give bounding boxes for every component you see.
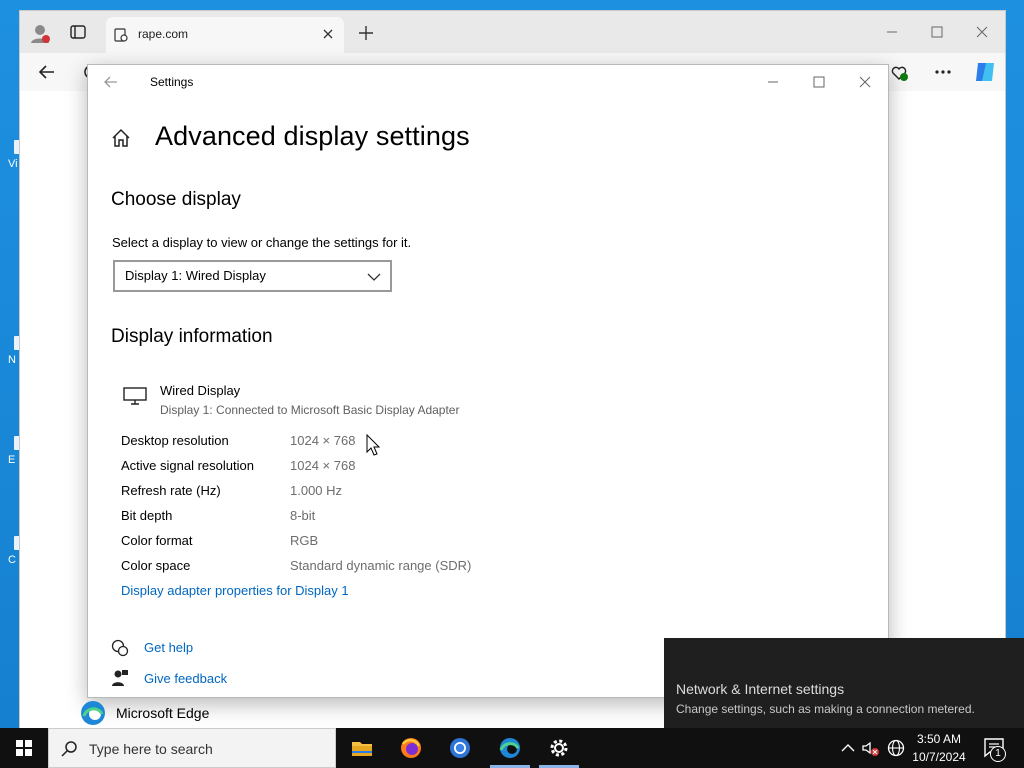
start-button[interactable] (0, 728, 48, 768)
mouse-cursor-icon (366, 433, 381, 456)
browser-essentials-icon[interactable] (888, 61, 910, 83)
chrome-icon (450, 738, 470, 758)
taskbar-chrome[interactable] (436, 728, 484, 768)
display-select-dropdown[interactable]: Display 1: Wired Display (113, 260, 392, 292)
taskbar-file-explorer[interactable] (338, 728, 386, 768)
page-title: Advanced display settings (155, 121, 470, 151)
info-value: RGB (290, 533, 319, 548)
info-value: 1024 × 768 (290, 433, 356, 448)
info-label: Active signal resolution (121, 458, 254, 473)
display-name: Wired Display (160, 383, 241, 398)
taskbar-edge[interactable] (486, 728, 534, 768)
firefox-icon (401, 738, 421, 758)
edge-maximize-icon[interactable] (915, 17, 959, 47)
feedback-icon (111, 669, 129, 687)
back-arrow-icon[interactable] (36, 61, 58, 83)
desktop-icon[interactable]: Vi (0, 140, 20, 180)
tab-actions-icon[interactable] (70, 25, 86, 39)
tab-title: rape.com (138, 27, 189, 41)
help-chat-icon (111, 639, 129, 657)
toast-title: Network & Internet settings (676, 681, 845, 697)
monitor-icon (123, 386, 147, 406)
info-row-color-space: Color space Standard dynamic range (SDR) (121, 558, 621, 578)
taskbar: Type here to search 3:50 AM 10/7/2024 1 (0, 728, 1024, 768)
clock-date: 10/7/2024 (912, 750, 966, 764)
copilot-icon[interactable] (972, 59, 998, 85)
page-favicon-icon (114, 28, 128, 42)
close-tab-icon[interactable] (320, 26, 336, 42)
window-title: Settings (150, 75, 194, 89)
more-options-icon[interactable] (932, 61, 954, 83)
notification-count-badge: 1 (990, 746, 1006, 762)
desktop-icon-label: Vi (8, 158, 18, 170)
profile-icon[interactable] (28, 21, 52, 45)
info-label: Desktop resolution (121, 433, 229, 448)
language-globe-icon[interactable] (886, 738, 906, 758)
edge-minimize-icon[interactable] (870, 17, 914, 47)
display-select-value: Display 1: Wired Display (125, 268, 266, 283)
get-help-link[interactable]: Get help (144, 640, 193, 655)
chevron-up-icon[interactable] (838, 738, 858, 758)
choose-display-description: Select a display to view or change the s… (112, 235, 412, 250)
desktop-icon[interactable]: N (0, 336, 20, 376)
edge-close-icon[interactable] (960, 17, 1004, 47)
info-label: Color space (121, 558, 191, 573)
taskbar-firefox[interactable] (387, 728, 435, 768)
edge-tab-strip: rape.com (20, 11, 1005, 53)
volume-muted-icon[interactable] (860, 738, 880, 758)
home-icon[interactable] (110, 127, 132, 149)
info-value: 1024 × 768 (290, 458, 356, 473)
desktop-icon-label: C (8, 554, 16, 566)
info-label: Refresh rate (Hz) (121, 483, 221, 498)
browser-tab[interactable]: rape.com (106, 17, 344, 53)
settings-window: Settings Advanced display settings Choos… (87, 64, 889, 698)
section-title-choose-display: Choose display (111, 189, 241, 210)
info-row-bit-depth: Bit depth 8-bit (121, 508, 621, 528)
edge-logo-icon (80, 700, 106, 726)
desktop-icon[interactable]: E (0, 436, 20, 476)
clock-time: 3:50 AM (916, 732, 962, 746)
search-icon (61, 740, 79, 758)
info-value: Standard dynamic range (SDR) (290, 558, 472, 573)
info-value: 1.000 Hz (290, 483, 343, 498)
info-label: Bit depth (121, 508, 173, 523)
taskbar-clock[interactable]: 3:50 AM 10/7/2024 (912, 731, 966, 765)
network-settings-toast[interactable]: Network & Internet settings Change setti… (664, 638, 1024, 728)
info-row-color-format: Color format RGB (121, 533, 621, 553)
info-label: Color format (121, 533, 193, 548)
gear-icon (550, 739, 568, 757)
section-title-display-information: Display information (111, 326, 273, 347)
settings-titlebar: Settings (88, 65, 888, 99)
toast-subtitle: Change settings, such as making a connec… (676, 702, 975, 716)
display-adapter-properties-link[interactable]: Display adapter properties for Display 1 (121, 583, 349, 598)
taskbar-search-box[interactable]: Type here to search (48, 728, 336, 768)
search-placeholder: Type here to search (89, 741, 213, 757)
give-feedback-link[interactable]: Give feedback (144, 671, 227, 686)
info-row-refresh-rate: Refresh rate (Hz) 1.000 Hz (121, 483, 621, 503)
desktop-icon[interactable]: C (0, 536, 20, 576)
taskbar-settings[interactable] (535, 728, 583, 768)
new-tab-icon[interactable] (356, 23, 376, 43)
folder-icon (352, 742, 372, 756)
maximize-icon[interactable] (796, 67, 842, 97)
edge-app-label: Microsoft Edge (116, 705, 210, 721)
info-value: 8-bit (290, 508, 316, 523)
back-arrow-icon[interactable] (102, 73, 120, 91)
close-icon[interactable] (842, 67, 888, 97)
minimize-icon[interactable] (750, 67, 796, 97)
desktop-icon-label: N (8, 354, 16, 366)
edge-icon (499, 738, 520, 758)
chevron-down-icon (367, 270, 381, 282)
display-connection-info: Display 1: Connected to Microsoft Basic … (160, 403, 460, 417)
desktop-icon-label: E (8, 454, 16, 466)
info-row-active-signal-resolution: Active signal resolution 1024 × 768 (121, 458, 621, 478)
